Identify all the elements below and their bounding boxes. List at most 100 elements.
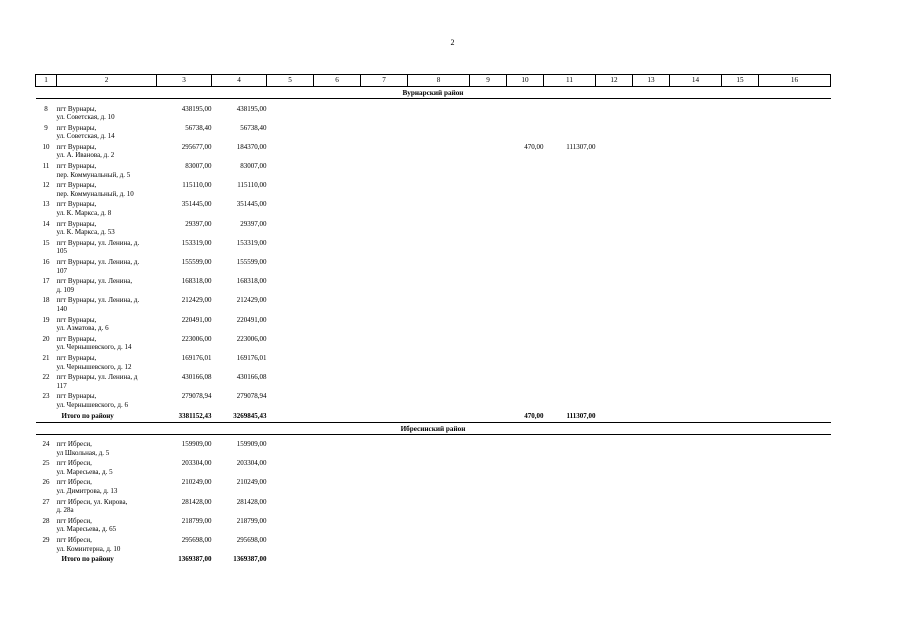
total-label: Итого по району — [56, 410, 157, 423]
empty-cell-col12 — [596, 237, 633, 256]
empty-cell-col5 — [267, 477, 314, 496]
empty-cell-col16 — [759, 276, 831, 295]
empty-cell-col9 — [470, 439, 507, 458]
object-address-cell: пгт Ибреси, ул. Коминтерна, д. 10 — [57, 535, 157, 554]
amount-col10-cell — [507, 314, 544, 333]
street-address: ул. К. Маркса, д. 8 — [56, 209, 112, 218]
row-number-cell: 12 — [42, 181, 50, 190]
amount-col4-cell: 155599,00 — [236, 258, 267, 266]
empty-cell-col6 — [314, 439, 361, 458]
empty-cell-col14 — [670, 496, 722, 515]
amount-col10-cell — [507, 391, 544, 410]
amount-col10-cell — [507, 352, 544, 371]
settlement-name: пгт Ибреси, ул. Кирова, — [56, 497, 128, 506]
empty-cell-col8 — [408, 314, 470, 333]
amount-col4-cell: 29397,00 — [240, 219, 267, 228]
empty-cell-col16 — [759, 352, 831, 371]
empty-cell-col16 — [759, 103, 831, 122]
object-address-cell: пгт Вурнары, ул. К. Маркса, д. 8 — [57, 199, 157, 218]
row-number-cell: 23 — [42, 392, 50, 401]
amount-col3-cell: 155599,00 — [181, 258, 212, 266]
object-address-cell: пгт Вурнары, ул. Ленина, д. 107 — [57, 257, 157, 276]
empty-cell-col9 — [470, 276, 507, 295]
empty-cell-col5 — [267, 496, 314, 515]
amount-col11-cell — [544, 496, 596, 515]
empty-cell-col5 — [267, 103, 314, 122]
settlement-name: пгт Вурнары, — [56, 123, 97, 132]
amount-col3-cell: 115110,00 — [182, 181, 212, 190]
empty-cell-col7 — [361, 237, 408, 256]
empty-cell-col13 — [633, 122, 670, 141]
table-row: 9 пгт Вурнары, ул. Советская, д. 14 56738,4… — [36, 122, 831, 141]
settlement-name: пгт Вурнары, — [56, 104, 97, 113]
empty-cell-col5 — [267, 122, 314, 141]
empty-cell-col15 — [722, 439, 759, 458]
empty-cell-col6 — [314, 161, 361, 180]
empty-cell-col9 — [470, 372, 507, 391]
amount-col4-cell: 159909,00 — [236, 440, 267, 449]
empty-cell-col9 — [470, 496, 507, 515]
empty-cell-col13 — [633, 535, 670, 554]
street-address: ул. Советская, д. 10 — [56, 113, 115, 122]
object-address-cell: пгт Вурнары, ул. К. Маркса, д. 53 — [57, 218, 157, 237]
amount-col10-cell — [507, 496, 544, 515]
empty-cell-col6 — [314, 515, 361, 534]
amount-col10-cell — [507, 372, 544, 391]
empty-cell-col15 — [722, 477, 759, 496]
column-number-cell: 2 — [56, 74, 157, 87]
empty-cell-col6 — [314, 276, 361, 295]
empty-cell-col5 — [267, 180, 314, 199]
empty-cell-col16 — [759, 515, 831, 534]
empty-cell-col16 — [759, 477, 831, 496]
empty-cell-col15 — [722, 352, 759, 371]
empty-cell-col16 — [759, 333, 831, 352]
empty-cell-col15 — [722, 180, 759, 199]
empty-cell-col5 — [267, 295, 314, 314]
object-address-cell: пгт Вурнары, ул. Азматова, д. 6 — [57, 314, 157, 333]
object-address-cell: пгт Ибреси, ул Школьная, д. 5 — [57, 439, 157, 458]
empty-cell-col8 — [408, 391, 470, 410]
total-col10-cell — [507, 554, 544, 566]
empty-cell-col8 — [408, 372, 470, 391]
amount-col4-cell: 212429,00 — [236, 296, 267, 305]
empty-cell-col7 — [361, 122, 408, 141]
column-number-cell: 11 — [543, 74, 596, 87]
total-empty-cell-col16 — [758, 410, 831, 423]
empty-cell-col7 — [361, 458, 408, 477]
empty-cell-col9 — [470, 122, 507, 141]
empty-cell-col16 — [759, 237, 831, 256]
empty-cell-col14 — [670, 477, 722, 496]
empty-cell-col8 — [408, 218, 470, 237]
table-row: 14 пгт Вурнары, ул. К. Маркса, д. 53 29397,… — [36, 218, 831, 237]
row-number-cell: 13 — [42, 200, 50, 209]
empty-cell-col16 — [759, 391, 831, 410]
empty-cell-col13 — [633, 141, 670, 160]
total-empty-cell-col14 — [670, 554, 722, 566]
amount-col10-cell — [507, 257, 544, 276]
empty-cell-col7 — [361, 314, 408, 333]
table-row: 26 пгт Ибреси, ул. Димитрова, д. 13 210249,… — [36, 477, 831, 496]
empty-cell-col5 — [267, 333, 314, 352]
total-col4-cell: 3269845,43 — [211, 410, 267, 423]
empty-cell-col14 — [670, 161, 722, 180]
row-number-cell: 25 — [42, 459, 50, 468]
empty-cell-col14 — [670, 295, 722, 314]
empty-cell-col7 — [361, 333, 408, 352]
total-empty-cell-col9 — [469, 410, 507, 423]
amount-col10-cell — [507, 458, 544, 477]
empty-cell-col9 — [470, 161, 507, 180]
empty-cell-col13 — [633, 237, 670, 256]
amount-col10-cell — [507, 333, 544, 352]
amount-col3-cell: 212429,00 — [181, 296, 212, 305]
column-number-cell: 10 — [506, 74, 544, 87]
district-name: Вурнарский район — [35, 86, 831, 99]
empty-cell-col5 — [267, 257, 314, 276]
street-address: пер. Коммунальный, д. 5 — [56, 170, 131, 179]
amount-col10-cell — [507, 295, 544, 314]
column-number-cell: 8 — [407, 74, 470, 87]
settlement-name: пгт Вурнары, — [56, 315, 97, 324]
row-number-cell: 18 — [42, 296, 50, 305]
empty-cell-col13 — [633, 496, 670, 515]
settlement-name: пгт Ибреси, — [56, 478, 92, 487]
row-number-cell: 19 — [42, 315, 50, 324]
